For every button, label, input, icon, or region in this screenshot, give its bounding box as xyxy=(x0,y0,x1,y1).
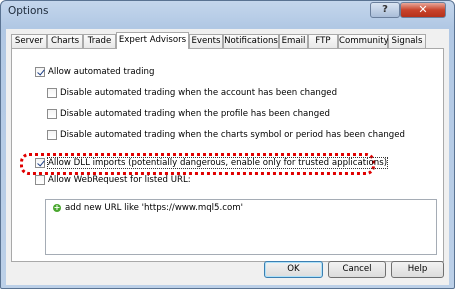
dialog-body: Server Charts Trade Expert Advisors Even… xyxy=(6,29,449,285)
window-title: Options xyxy=(8,5,49,17)
close-icon: ✕ xyxy=(418,3,428,16)
tab-email[interactable]: Email xyxy=(279,34,308,48)
close-button[interactable]: ✕ xyxy=(400,2,446,18)
ok-button[interactable]: OK xyxy=(264,261,323,278)
help-caption-button[interactable]: ? xyxy=(370,2,400,18)
add-url-item[interactable]: + add new URL like 'https://www.mql5.com… xyxy=(53,203,243,213)
options-dialog: Options ? ✕ Server Charts Trade Expert A… xyxy=(0,0,455,289)
disable-profile-change-label: Disable automated trading when the profi… xyxy=(60,108,330,119)
checkbox-unchecked[interactable] xyxy=(47,108,57,119)
tab-notifications[interactable]: Notifications xyxy=(223,34,279,48)
checkbox-checked[interactable] xyxy=(35,157,45,168)
checkbox-checked[interactable] xyxy=(35,66,45,77)
title-bar[interactable]: Options ? ✕ xyxy=(1,1,454,23)
expert-advisors-panel: Allow automated trading Disable automate… xyxy=(11,48,444,262)
help-button[interactable]: Help xyxy=(391,261,444,278)
cancel-button[interactable]: Cancel xyxy=(328,261,386,278)
add-url-label: add new URL like 'https://www.mql5.com' xyxy=(65,203,243,213)
allow-automated-trading-label: Allow automated trading xyxy=(48,66,155,77)
allow-dll-imports-checkbox[interactable]: Allow DLL imports (potentially dangerous… xyxy=(35,156,389,169)
allow-webrequest-checkbox[interactable]: Allow WebRequest for listed URL: xyxy=(35,173,191,186)
checkbox-unchecked[interactable] xyxy=(35,174,45,185)
disable-account-change-label: Disable automated trading when the accou… xyxy=(60,87,338,98)
tab-ftp[interactable]: FTP xyxy=(308,34,338,48)
tab-expert-advisors[interactable]: Expert Advisors xyxy=(116,32,189,49)
question-icon: ? xyxy=(382,4,388,15)
tab-trade[interactable]: Trade xyxy=(83,34,116,48)
disable-profile-change-checkbox[interactable]: Disable automated trading when the profi… xyxy=(47,107,330,120)
tab-events[interactable]: Events xyxy=(189,34,223,48)
tab-charts[interactable]: Charts xyxy=(47,34,83,48)
tab-signals[interactable]: Signals xyxy=(388,34,426,48)
tab-server[interactable]: Server xyxy=(11,34,47,48)
plus-circle-icon: + xyxy=(53,203,61,212)
disable-symbol-change-label: Disable automated trading when the chart… xyxy=(60,129,406,140)
allow-automated-trading-checkbox[interactable]: Allow automated trading xyxy=(35,65,154,78)
disable-account-change-checkbox[interactable]: Disable automated trading when the accou… xyxy=(47,86,337,99)
disable-symbol-change-checkbox[interactable]: Disable automated trading when the chart… xyxy=(47,128,405,141)
checkbox-unchecked[interactable] xyxy=(47,129,57,140)
tab-community[interactable]: Community xyxy=(338,34,389,48)
allow-webrequest-label: Allow WebRequest for listed URL: xyxy=(48,174,191,185)
url-list[interactable]: + add new URL like 'https://www.mql5.com… xyxy=(45,199,437,255)
checkbox-unchecked[interactable] xyxy=(47,87,57,98)
allow-dll-imports-label: Allow DLL imports (potentially dangerous… xyxy=(46,156,389,169)
